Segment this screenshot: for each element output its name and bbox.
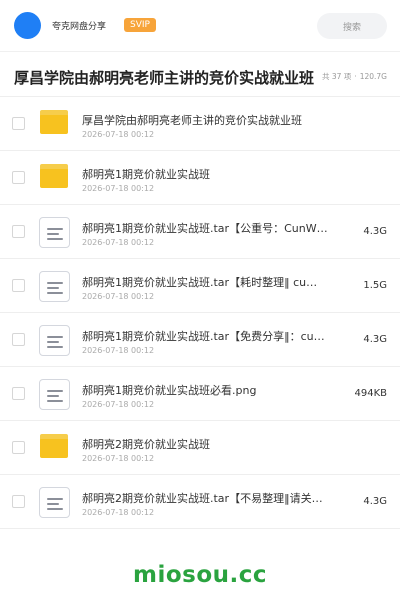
avatar[interactable] [14,12,41,39]
file-row[interactable]: 郝明亮1期竞价就业实战班.tar【免费分享‖：cu… 2026-07-18 00:… [0,313,400,367]
file-size: 4.3G [363,334,387,345]
title-row: 厚昌学院由郝明亮老师主讲的竞价实战就业班 共 37 项 · 120.7G [0,52,400,97]
search-label: 搜索 [342,22,361,33]
document-icon [39,379,70,410]
file-row[interactable]: 郝明亮1期竞价就业实战班 2026-07-18 00:12 [0,151,400,205]
file-date: 2026-07-18 00:12 [82,130,155,139]
document-icon [39,217,70,248]
file-date: 2026-07-18 00:12 [82,184,155,193]
file-name[interactable]: 郝明亮1期竞价就业实战班 [82,166,330,182]
page-title: 厚昌学院由郝明亮老师主讲的竞价实战就业班 [14,69,315,87]
share-name[interactable]: 夸克网盘分享 [52,19,106,32]
file-row[interactable]: 厚昌学院由郝明亮老师主讲的竞价实战就业班 2026-07-18 00:12 [0,97,400,151]
folder-icon [40,434,68,458]
file-date: 2026-07-18 00:12 [82,400,155,409]
file-name[interactable]: 郝明亮2期竞价就业实战班 [82,436,330,452]
svip-badge: SVIP [124,18,156,32]
file-row[interactable]: 郝明亮2期竞价就业实战班 2026-07-18 00:12 [0,421,400,475]
document-icon [39,325,70,356]
item-count: 共 37 项 [322,72,352,81]
share-header: 夸克网盘分享 SVIP 搜索 [0,0,400,52]
document-icon [39,271,70,302]
file-size: 494KB [354,388,387,399]
meta-separator: · [354,72,357,81]
row-checkbox[interactable] [12,225,25,238]
file-name[interactable]: 郝明亮1期竞价就业实战班.tar【免费分享‖：cu… [82,328,330,344]
document-icon [39,487,70,518]
file-row[interactable]: 郝明亮1期竞价就业实战班.tar【公重号：CunW… 2026-07-18 00:… [0,205,400,259]
file-date: 2026-07-18 00:12 [82,508,155,517]
file-size: 4.3G [363,496,387,507]
row-checkbox[interactable] [12,441,25,454]
file-name[interactable]: 郝明亮2期竞价就业实战班.tar【不易整理‖请关注… [82,490,330,506]
share-meta: 共 37 项 · 120.7G [322,71,387,82]
row-checkbox[interactable] [12,387,25,400]
file-name[interactable]: 郝明亮1期竞价就业实战班.tar【公重号：CunW… [82,220,330,236]
row-checkbox[interactable] [12,279,25,292]
row-checkbox[interactable] [12,333,25,346]
total-size: 120.7G [359,72,387,81]
file-list: 厚昌学院由郝明亮老师主讲的竞价实战就业班 2026-07-18 00:12 郝明亮1… [0,97,400,529]
file-row[interactable]: 郝明亮1期竞价就业实战班必看.png 2026-07-18 00:12 494KB [0,367,400,421]
file-date: 2026-07-18 00:12 [82,238,155,247]
row-checkbox[interactable] [12,117,25,130]
watermark: miosou.cc [132,562,268,588]
search-button[interactable]: 搜索 [317,13,387,39]
file-name[interactable]: 郝明亮1期竞价就业实战班.tar【耗时整理‖ cu… [82,274,330,290]
file-date: 2026-07-18 00:12 [82,346,155,355]
file-name[interactable]: 郝明亮1期竞价就业实战班必看.png [82,382,330,398]
file-name[interactable]: 厚昌学院由郝明亮老师主讲的竞价实战就业班 [82,112,330,128]
file-size: 1.5G [363,280,387,291]
file-date: 2026-07-18 00:12 [82,292,155,301]
file-date: 2026-07-18 00:12 [82,454,155,463]
file-row[interactable]: 郝明亮2期竞价就业实战班.tar【不易整理‖请关注… 2026-07-18 00:… [0,475,400,529]
row-checkbox[interactable] [12,495,25,508]
file-row[interactable]: 郝明亮1期竞价就业实战班.tar【耗时整理‖ cu… 2026-07-18 00:… [0,259,400,313]
file-size: 4.3G [363,226,387,237]
folder-icon [40,164,68,188]
folder-icon [40,110,68,134]
row-checkbox[interactable] [12,171,25,184]
